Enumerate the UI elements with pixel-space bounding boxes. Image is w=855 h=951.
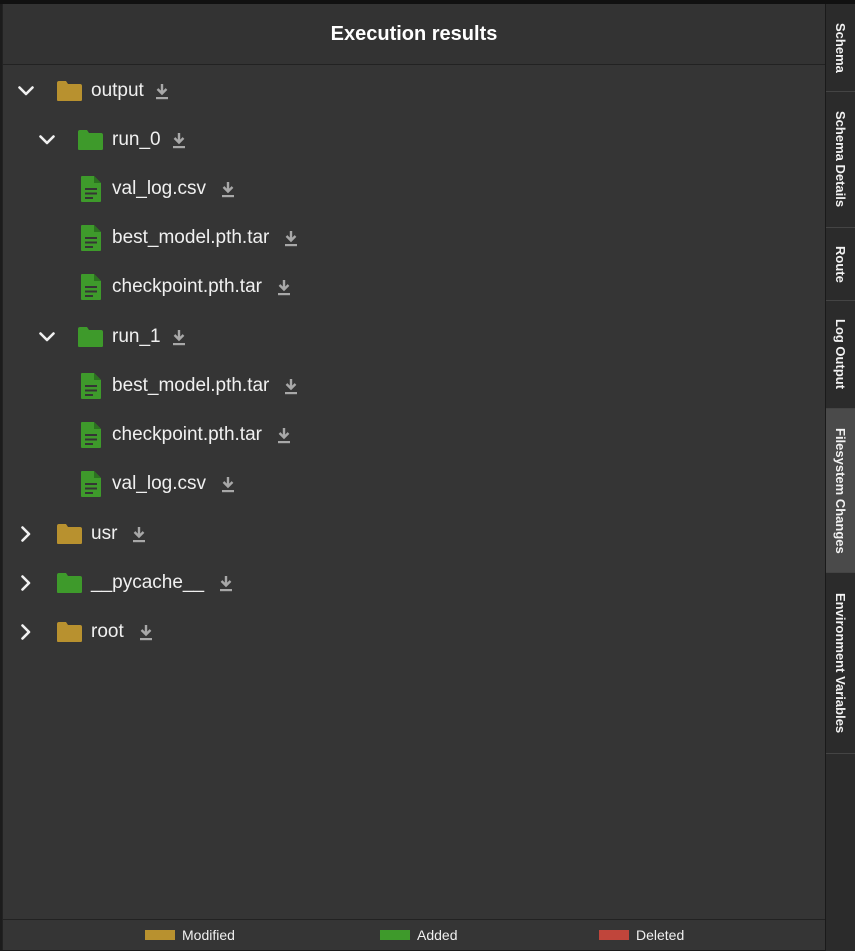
tree-node-run-1[interactable]: run_1: [36, 317, 187, 357]
execution-results-panel: Execution results output run_0 val_log.c…: [2, 4, 826, 950]
legend-label: Modified: [182, 927, 235, 943]
chevron-right-icon[interactable]: [15, 621, 37, 643]
file-icon: [80, 470, 102, 498]
legend-modified: Modified: [145, 927, 235, 943]
tab-schema[interactable]: Schema: [826, 4, 855, 92]
tree-node-file[interactable]: best_model.pth.tar: [80, 366, 299, 406]
tab-filesystem-changes[interactable]: Filesystem Changes: [826, 409, 855, 573]
tree-node-usr[interactable]: usr: [15, 514, 147, 554]
chevron-down-icon[interactable]: [36, 129, 58, 151]
folder-icon: [76, 129, 104, 151]
tree-label: best_model.pth.tar: [112, 375, 270, 396]
tree-label: checkpoint.pth.tar: [112, 276, 262, 297]
download-icon[interactable]: [154, 82, 170, 100]
tree-node-output[interactable]: output: [15, 71, 170, 111]
tab-log-output[interactable]: Log Output: [826, 301, 855, 409]
panel-title: Execution results: [330, 22, 498, 45]
tab-route[interactable]: Route: [826, 228, 855, 301]
tab-label: Log Output: [833, 319, 848, 390]
tree-node-pycache[interactable]: __pycache__: [15, 563, 234, 603]
tab-schema-details[interactable]: Schema Details: [826, 92, 855, 228]
tab-label: Schema Details: [833, 111, 848, 208]
download-icon[interactable]: [220, 475, 236, 493]
file-icon: [80, 421, 102, 449]
legend-swatch-added: [380, 930, 410, 940]
download-icon[interactable]: [283, 377, 299, 395]
side-tab-bar: Schema Schema Details Route Log Output F…: [826, 4, 855, 951]
folder-icon: [55, 621, 83, 643]
folder-icon: [55, 572, 83, 594]
file-icon: [80, 175, 102, 203]
tree-label: run_1: [112, 326, 161, 347]
tree-node-file[interactable]: checkpoint.pth.tar: [80, 267, 292, 307]
tree-label: run_0: [112, 129, 161, 150]
tree-node-run-0[interactable]: run_0: [36, 120, 187, 160]
download-icon[interactable]: [276, 278, 292, 296]
legend-label: Deleted: [636, 927, 685, 943]
file-icon: [80, 224, 102, 252]
tree-label: __pycache__: [91, 572, 205, 593]
download-icon[interactable]: [138, 623, 154, 641]
download-icon[interactable]: [218, 574, 234, 592]
folder-icon: [55, 80, 83, 102]
tree-node-file[interactable]: val_log.csv: [80, 169, 236, 209]
download-icon[interactable]: [220, 180, 236, 198]
tree-node-file[interactable]: checkpoint.pth.tar: [80, 415, 292, 455]
legend-deleted: Deleted: [599, 927, 684, 943]
legend-swatch-deleted: [599, 930, 629, 940]
download-icon[interactable]: [171, 131, 187, 149]
tree-label: best_model.pth.tar: [112, 227, 270, 248]
tree-label: val_log.csv: [112, 178, 206, 199]
tree-label: usr: [91, 523, 118, 544]
download-icon[interactable]: [283, 229, 299, 247]
tab-label: Schema: [833, 22, 848, 73]
legend-swatch-modified: [145, 930, 175, 940]
tree-label: checkpoint.pth.tar: [112, 424, 262, 445]
legend-label: Added: [417, 927, 458, 943]
folder-icon: [76, 326, 104, 348]
panel-header: Execution results: [3, 4, 825, 65]
tree-label: root: [91, 621, 124, 642]
download-icon[interactable]: [171, 328, 187, 346]
download-icon[interactable]: [276, 426, 292, 444]
tree-label: output: [91, 80, 144, 101]
tree-node-file[interactable]: best_model.pth.tar: [80, 218, 299, 258]
chevron-down-icon[interactable]: [15, 80, 37, 102]
legend: Modified Added Deleted: [3, 919, 825, 950]
chevron-right-icon[interactable]: [15, 572, 37, 594]
tab-label: Environment Variables: [833, 592, 848, 734]
download-icon[interactable]: [131, 525, 147, 543]
tab-label: Route: [833, 245, 848, 283]
tree-label: val_log.csv: [112, 473, 206, 494]
folder-icon: [55, 523, 83, 545]
chevron-down-icon[interactable]: [36, 326, 58, 348]
tree-node-root[interactable]: root: [15, 612, 154, 652]
file-icon: [80, 372, 102, 400]
tab-label: Filesystem Changes: [833, 427, 848, 554]
legend-added: Added: [380, 927, 457, 943]
chevron-right-icon[interactable]: [15, 523, 37, 545]
file-icon: [80, 273, 102, 301]
tab-environment-variables[interactable]: Environment Variables: [826, 573, 855, 754]
tree-node-file[interactable]: val_log.csv: [80, 464, 236, 504]
